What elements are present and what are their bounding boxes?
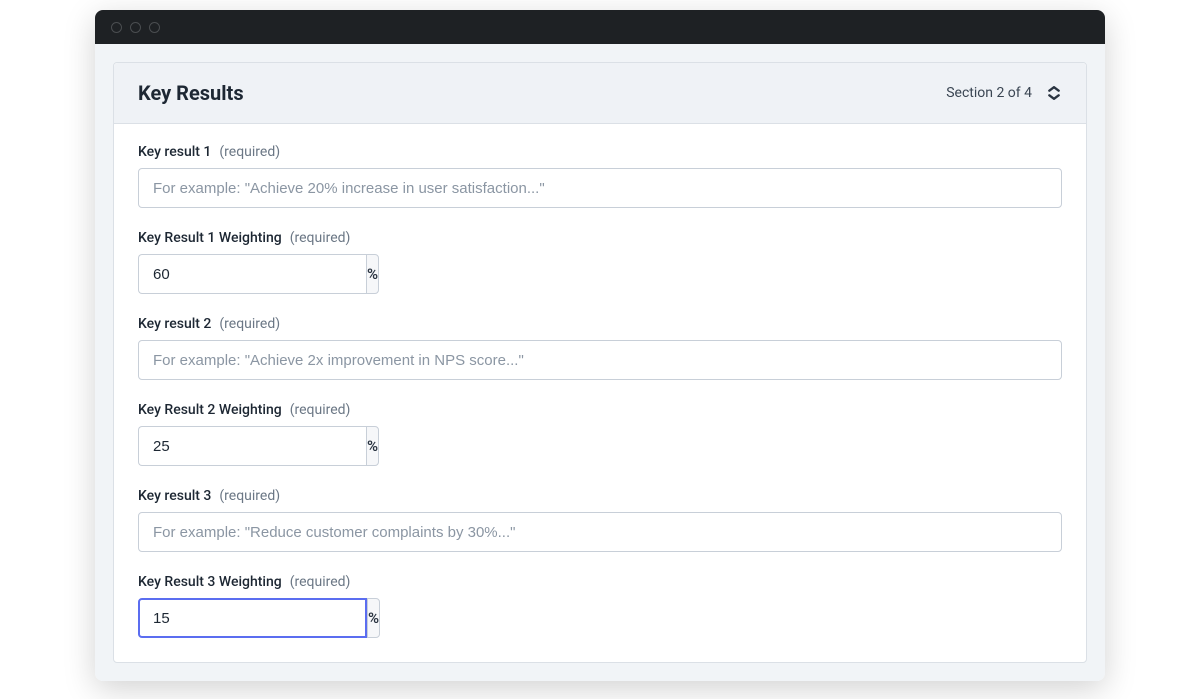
field-key-result-2: Key result 2 (required) bbox=[138, 316, 1062, 380]
key-results-panel: Key Results Section 2 of 4 Key result bbox=[113, 62, 1087, 663]
weight-input-group: % bbox=[138, 598, 350, 638]
panel-header-right: Section 2 of 4 bbox=[946, 85, 1062, 101]
required-text: (required) bbox=[290, 402, 351, 418]
weight-input-group: % bbox=[138, 254, 350, 294]
key-result-1-weighting-input[interactable] bbox=[138, 254, 366, 294]
window-maximize-icon[interactable] bbox=[149, 22, 160, 33]
key-result-3-input[interactable] bbox=[138, 512, 1062, 552]
field-label: Key Result 2 Weighting (required) bbox=[138, 402, 1062, 418]
weight-input-group: % bbox=[138, 426, 350, 466]
field-key-result-1-weighting: Key Result 1 Weighting (required) % bbox=[138, 230, 1062, 294]
label-text: Key result 1 bbox=[138, 144, 211, 160]
window-minimize-icon[interactable] bbox=[130, 22, 141, 33]
panel-body: Key result 1 (required) Key Result 1 Wei… bbox=[114, 124, 1086, 662]
required-text: (required) bbox=[219, 144, 280, 160]
required-text: (required) bbox=[290, 574, 351, 590]
required-text: (required) bbox=[219, 488, 280, 504]
window-close-icon[interactable] bbox=[111, 22, 122, 33]
field-key-result-3: Key result 3 (required) bbox=[138, 488, 1062, 552]
key-result-2-weighting-input[interactable] bbox=[138, 426, 366, 466]
browser-window: Key Results Section 2 of 4 Key result bbox=[95, 10, 1105, 681]
label-text: Key Result 2 Weighting bbox=[138, 402, 282, 418]
required-text: (required) bbox=[219, 316, 280, 332]
key-result-1-input[interactable] bbox=[138, 168, 1062, 208]
label-text: Key result 3 bbox=[138, 488, 211, 504]
field-label: Key Result 1 Weighting (required) bbox=[138, 230, 1062, 246]
key-result-3-weighting-input[interactable] bbox=[138, 598, 367, 638]
field-label: Key result 2 (required) bbox=[138, 316, 1062, 332]
field-key-result-1: Key result 1 (required) bbox=[138, 144, 1062, 208]
percent-suffix: % bbox=[366, 426, 379, 466]
content-area: Key Results Section 2 of 4 Key result bbox=[95, 44, 1105, 681]
field-key-result-3-weighting: Key Result 3 Weighting (required) % bbox=[138, 574, 1062, 638]
collapse-icon[interactable] bbox=[1046, 85, 1062, 101]
section-indicator: Section 2 of 4 bbox=[946, 85, 1032, 101]
panel-title: Key Results bbox=[138, 81, 244, 105]
label-text: Key Result 3 Weighting bbox=[138, 574, 282, 590]
percent-suffix: % bbox=[366, 254, 379, 294]
required-text: (required) bbox=[290, 230, 351, 246]
field-key-result-2-weighting: Key Result 2 Weighting (required) % bbox=[138, 402, 1062, 466]
label-text: Key Result 1 Weighting bbox=[138, 230, 282, 246]
field-label: Key result 3 (required) bbox=[138, 488, 1062, 504]
label-text: Key result 2 bbox=[138, 316, 211, 332]
panel-header: Key Results Section 2 of 4 bbox=[114, 63, 1086, 124]
percent-suffix: % bbox=[367, 598, 380, 638]
key-result-2-input[interactable] bbox=[138, 340, 1062, 380]
field-label: Key Result 3 Weighting (required) bbox=[138, 574, 1062, 590]
field-label: Key result 1 (required) bbox=[138, 144, 1062, 160]
window-title-bar bbox=[95, 10, 1105, 44]
